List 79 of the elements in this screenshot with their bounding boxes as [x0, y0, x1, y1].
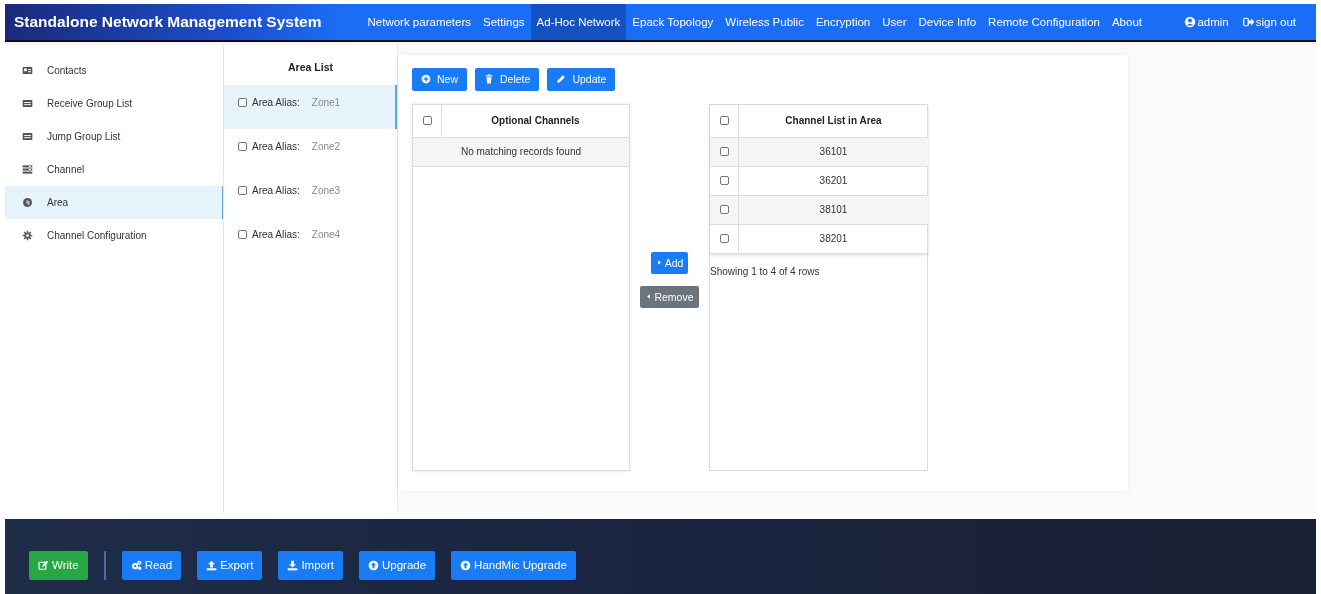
area-label: Area Alias:	[252, 141, 300, 153]
table-cell: 36101	[819, 146, 848, 158]
checkbox[interactable]	[719, 116, 729, 126]
checkbox[interactable]	[238, 230, 247, 240]
nav-tab[interactable]: Network parameters	[361, 4, 478, 40]
sidebar-item[interactable]: Channel	[5, 152, 223, 186]
download-icon	[287, 559, 299, 571]
trash-icon	[484, 74, 494, 85]
sidebar-item[interactable]: Area	[5, 185, 223, 219]
globe-icon	[22, 196, 33, 208]
footer-button[interactable]: Upgrade	[358, 550, 436, 580]
area-item[interactable]: Area Alias: Zone4	[224, 216, 397, 261]
checkbox[interactable]	[719, 205, 729, 215]
checkbox[interactable]	[719, 234, 729, 244]
checkbox[interactable]	[238, 98, 247, 108]
column-header: Channel List in Area	[785, 115, 882, 127]
sidebar-item[interactable]: Channel Configuration	[5, 218, 223, 252]
area-item[interactable]: Area Alias: Zone3	[224, 172, 397, 217]
list-icon	[22, 97, 33, 109]
area-value: Zone1	[311, 97, 341, 109]
caret-right-icon	[655, 259, 663, 267]
nav-tab[interactable]: Ad-Hoc Network	[530, 4, 627, 40]
checkbox[interactable]	[238, 186, 247, 196]
footer-button[interactable]: Import	[278, 550, 343, 580]
area-label: Area Alias:	[252, 229, 300, 241]
panel-title: Area List	[288, 60, 333, 73]
pagination-info: Showing 1 to 4 of 4 rows	[710, 265, 820, 277]
gears-icon	[130, 559, 142, 571]
upload-icon	[206, 559, 218, 571]
pencil-icon	[556, 74, 567, 85]
sign-out-icon	[1242, 15, 1255, 28]
checkbox[interactable]	[719, 147, 729, 157]
checkbox[interactable]	[422, 116, 432, 126]
transfer-button[interactable]: Add	[650, 251, 689, 274]
footer-button[interactable]: HandMic Upgrade	[451, 550, 576, 580]
area-value: Zone4	[311, 229, 341, 241]
caret-left-icon	[645, 293, 653, 301]
table-cell: 38201	[819, 233, 848, 245]
area-label: Area Alias:	[252, 97, 300, 109]
sidebar-item[interactable]: Contacts	[5, 53, 223, 87]
nav-tab[interactable]: User	[876, 4, 913, 40]
footer-button[interactable]: Export	[197, 550, 263, 580]
checkbox[interactable]	[719, 176, 729, 186]
toolbar-button[interactable]: New	[412, 67, 467, 91]
column-header: Optional Channels	[491, 115, 580, 127]
server-icon	[22, 163, 33, 175]
nav-tab[interactable]: Device Info	[912, 4, 983, 40]
toolbar-button[interactable]: Delete	[475, 67, 540, 91]
nav-tab[interactable]: Encryption	[809, 4, 877, 40]
nav-tab[interactable]: Epack Topology	[626, 4, 720, 40]
toolbar-button[interactable]: Update	[547, 67, 616, 91]
nav-tab[interactable]: Settings	[477, 4, 531, 40]
nav-tab[interactable]: Remote Configuration	[982, 4, 1106, 40]
checkbox[interactable]	[238, 142, 247, 152]
area-item[interactable]: Area Alias: Zone1	[224, 84, 397, 129]
sign-out-link[interactable]: sign out	[1242, 15, 1296, 28]
contact-card-icon	[22, 64, 33, 76]
edit-icon	[38, 559, 49, 571]
footer-button[interactable]: Read	[121, 550, 182, 580]
empty-message: No matching records found	[460, 146, 582, 158]
transfer-button[interactable]: Remove	[640, 285, 699, 308]
user-link[interactable]: admin	[1184, 15, 1229, 28]
list-icon	[22, 130, 33, 142]
arrow-up-circle-icon	[460, 559, 472, 571]
area-value: Zone2	[311, 141, 341, 153]
table-cell: 36201	[819, 175, 848, 187]
area-label: Area Alias:	[252, 185, 300, 197]
user-icon	[1184, 15, 1197, 28]
sidebar-item[interactable]: Receive Group List	[5, 86, 223, 120]
table-cell: 38101	[819, 204, 848, 216]
area-item[interactable]: Area Alias: Zone2	[224, 128, 397, 173]
nav-tab[interactable]: Wireless Public	[719, 4, 810, 40]
plus-circle-icon	[421, 74, 431, 85]
footer-button[interactable]: Write	[29, 550, 88, 580]
settings-icon	[22, 229, 33, 241]
sidebar-item[interactable]: Jump Group List	[5, 119, 223, 153]
nav-tab[interactable]: About	[1105, 4, 1148, 40]
arrow-up-circle-icon	[367, 559, 379, 571]
area-value: Zone3	[311, 185, 341, 197]
